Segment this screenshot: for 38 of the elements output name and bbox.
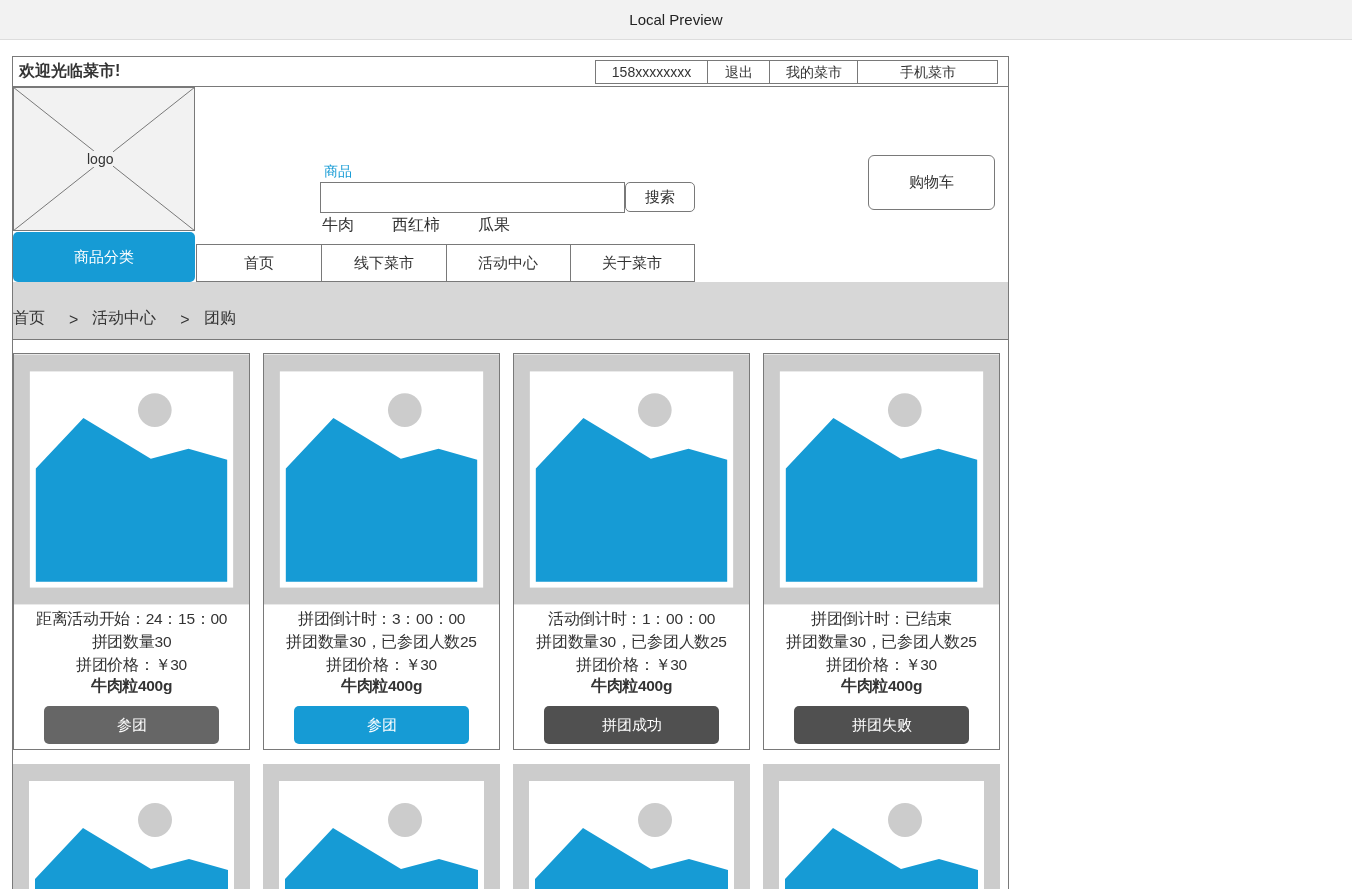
group-info-text: 拼团数量30，已参团人数25	[286, 632, 477, 652]
group-buy-button[interactable]: 参团	[44, 706, 219, 744]
product-name: 牛肉粒400g	[590, 676, 673, 696]
product-name: 牛肉粒400g	[840, 676, 923, 696]
window-title: Local Preview	[629, 11, 723, 28]
group-info-text: 拼团数量30，已参团人数25	[536, 632, 727, 652]
countdown-text: 拼团倒计时：已结束	[810, 609, 953, 629]
top-link[interactable]: 退出	[707, 60, 769, 83]
cart-button[interactable]: 购物车	[868, 155, 995, 210]
welcome-text: 欢迎光临菜市!	[18, 61, 121, 81]
breadcrumb-current: 团购	[203, 308, 236, 328]
hot-word-link[interactable]: 瓜果	[478, 215, 510, 236]
countdown-text: 活动倒计时：1：00：00	[547, 609, 716, 629]
countdown-text: 拼团倒计时：3：00：00	[297, 609, 466, 629]
search-label: 商品	[323, 163, 353, 181]
search-button[interactable]: 搜索	[625, 182, 695, 212]
hot-word-link[interactable]: 西红柿	[392, 215, 440, 236]
group-buy-button[interactable]: 拼团成功	[544, 706, 719, 744]
breadcrumb-separator: >	[180, 311, 190, 329]
top-link[interactable]: 158xxxxxxxx	[596, 60, 707, 83]
breadcrumb-separator: >	[69, 311, 79, 329]
product-name: 牛肉粒400g	[90, 676, 173, 696]
breadcrumb-link[interactable]: 活动中心	[92, 308, 157, 329]
logo-label: logo	[87, 151, 114, 167]
price-text: 拼团价格：￥30	[576, 655, 687, 675]
top-link[interactable]: 手机菜市	[857, 60, 997, 83]
countdown-text: 距离活动开始：24：15：00	[35, 609, 228, 629]
search-field[interactable]	[320, 182, 626, 213]
top-link[interactable]: 我的菜市	[769, 60, 857, 83]
breadcrumb-link[interactable]: 首页	[13, 308, 45, 329]
group-buy-button[interactable]: 拼团失败	[794, 706, 969, 744]
product-name: 牛肉粒400g	[340, 676, 423, 696]
price-text: 拼团价格：￥30	[76, 655, 187, 675]
hot-word-link[interactable]: 牛肉	[322, 215, 354, 236]
group-info-text: 拼团数量30，已参团人数25	[786, 632, 977, 652]
price-text: 拼团价格：￥30	[826, 655, 937, 675]
price-text: 拼团价格：￥30	[326, 655, 437, 675]
group-info-text: 拼团数量30	[91, 632, 172, 652]
